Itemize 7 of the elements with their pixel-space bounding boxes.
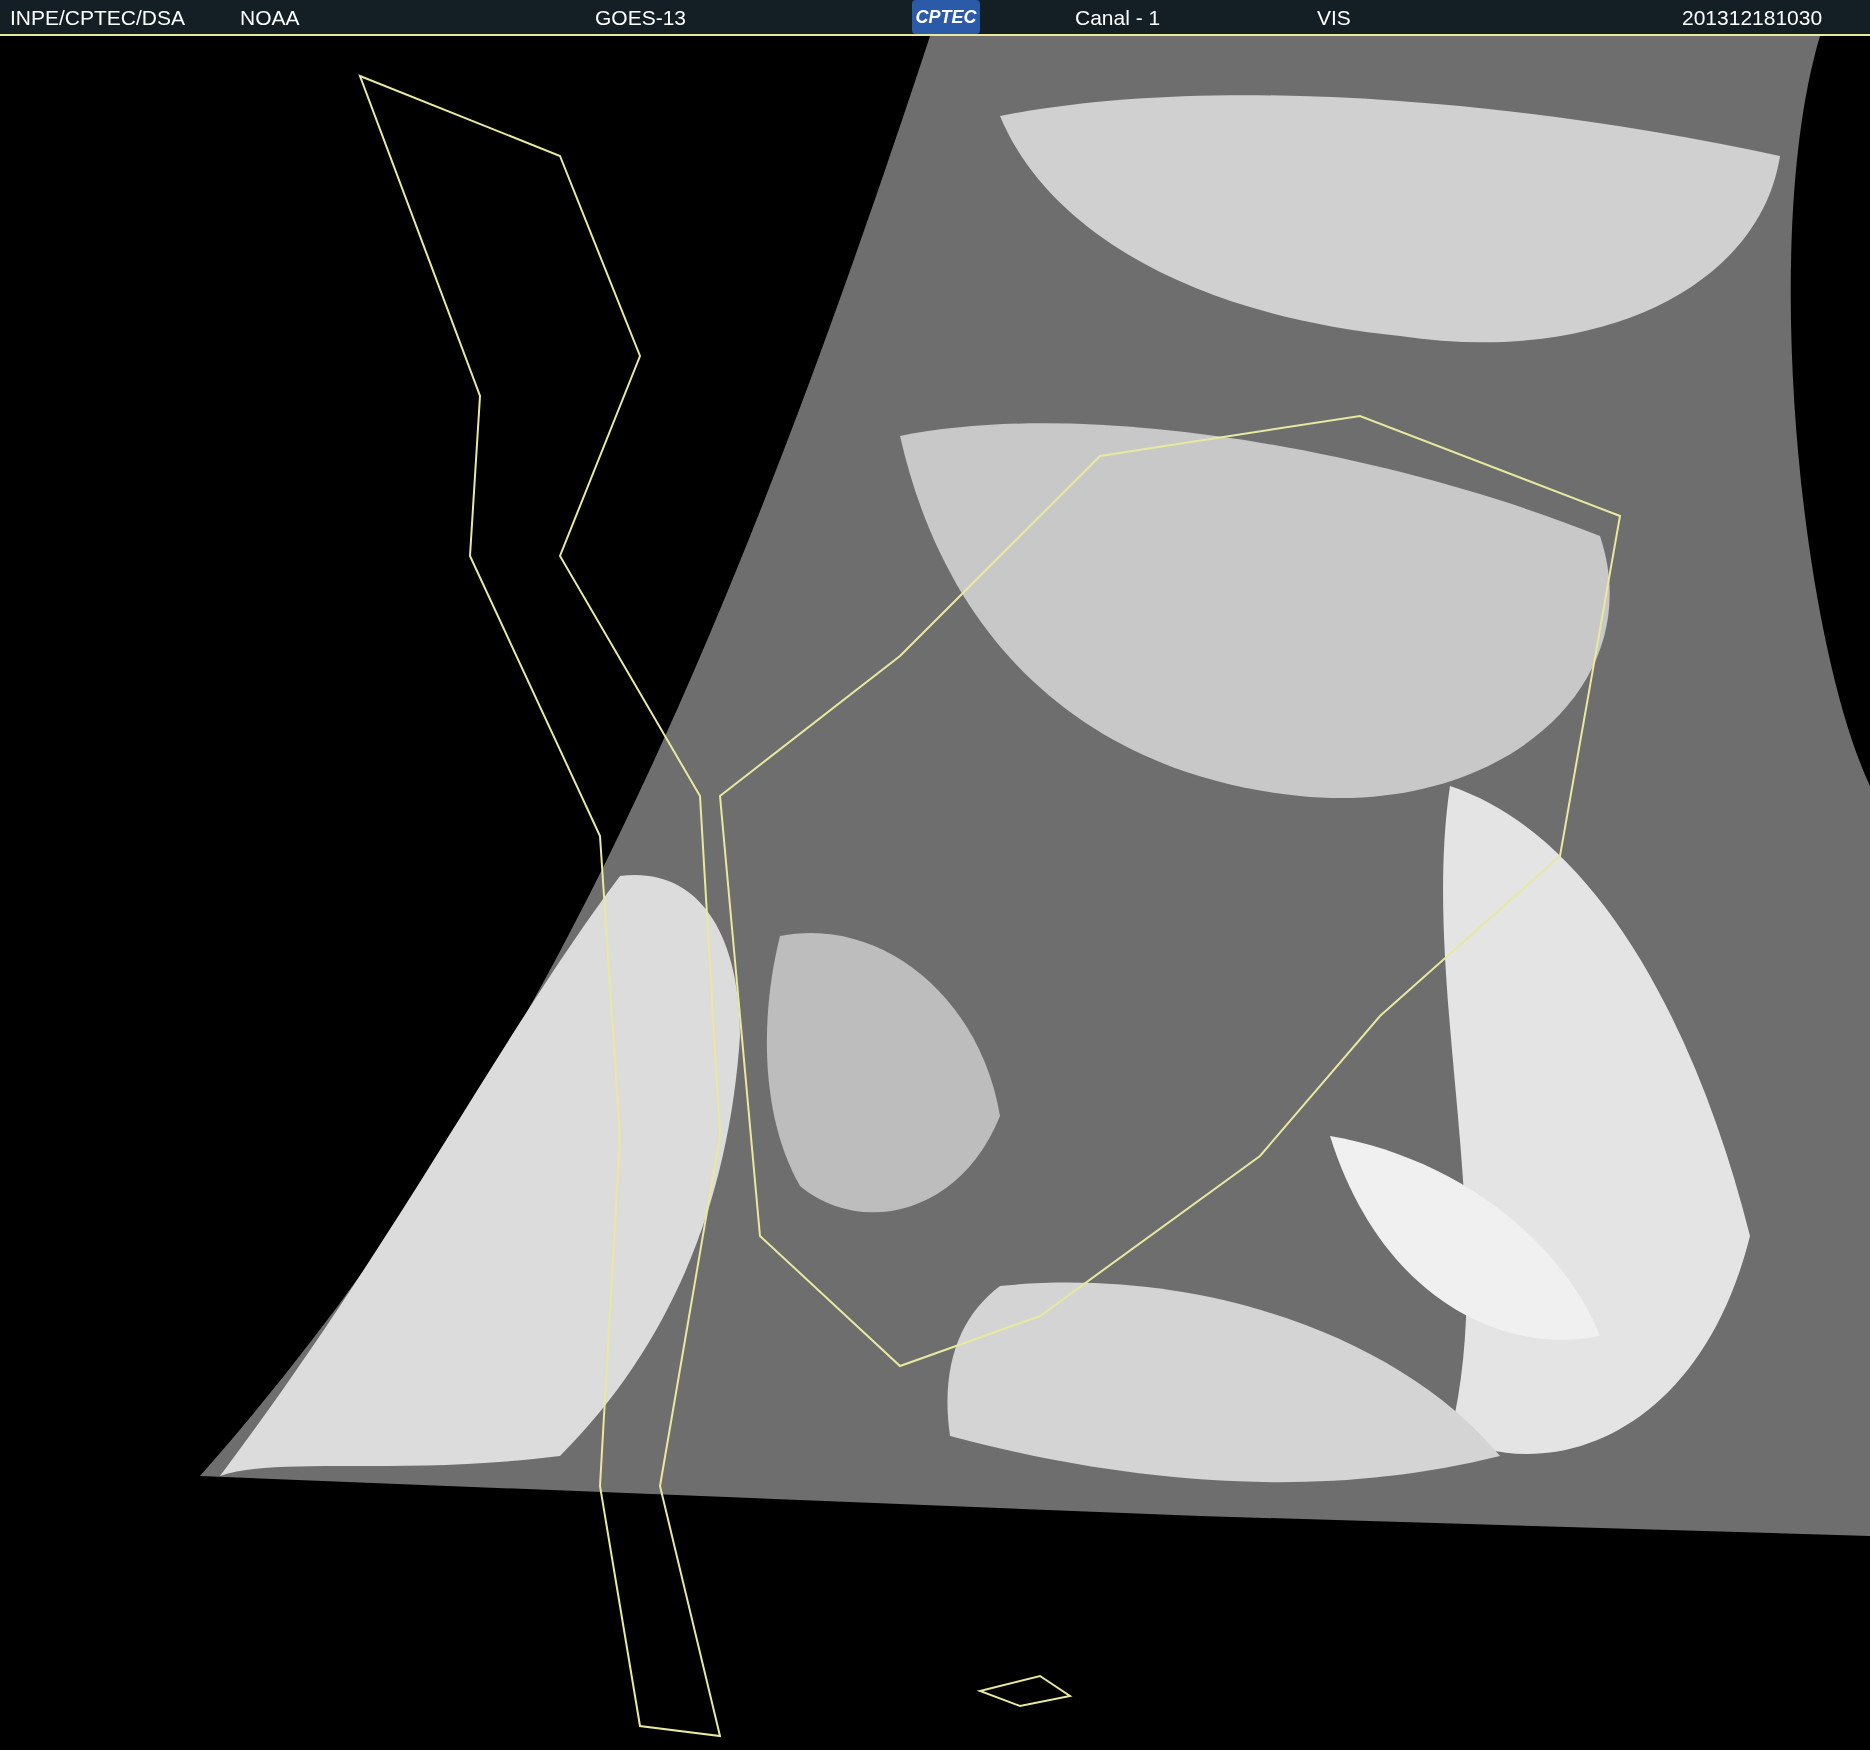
source-label: INPE/CPTEC/DSA <box>10 6 187 28</box>
logo: CPTEC <box>912 0 980 34</box>
timestamp-label: 201312181030 <box>1682 6 1823 28</box>
satellite-label: GOES-13 <box>595 6 688 28</box>
agency-label: NOAA <box>240 6 301 28</box>
channel-label: Canal - 1 <box>1075 6 1162 28</box>
band-label: VIS <box>1317 6 1352 28</box>
